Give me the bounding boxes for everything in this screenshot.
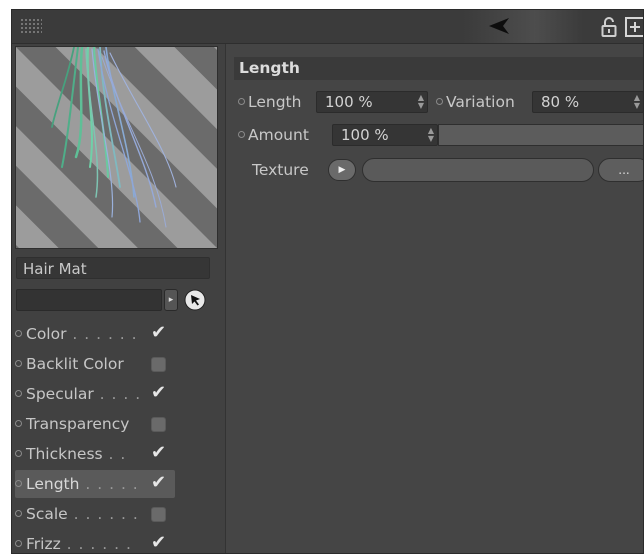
texture-field[interactable]: [362, 158, 594, 182]
texture-label: Texture: [252, 161, 309, 179]
animate-dot-icon[interactable]: [15, 330, 22, 337]
animate-dot-icon[interactable]: [238, 131, 245, 138]
animate-dot-icon[interactable]: [15, 510, 22, 517]
animate-dot-icon[interactable]: [436, 98, 443, 105]
animate-dot-icon[interactable]: [15, 360, 22, 367]
length-spinner-icon[interactable]: ▲ ▼: [418, 94, 424, 110]
toolbar-highlight: [463, 10, 583, 43]
channel-sidebar: Hair Mat ▸ Color . . . . . . Backlit Col…: [12, 44, 226, 553]
animate-dot-icon[interactable]: [15, 450, 22, 457]
top-toolbar: [12, 10, 643, 44]
amount-label: Amount: [238, 124, 309, 146]
back-arrow-icon[interactable]: [487, 17, 511, 35]
amount-spinner-icon[interactable]: ▲ ▼: [428, 127, 434, 143]
pick-cursor-icon[interactable]: [184, 289, 206, 311]
material-name-field[interactable]: Hair Mat: [16, 257, 210, 279]
variation-spinner-icon[interactable]: ▲ ▼: [634, 94, 640, 110]
texture-menu-button[interactable]: ▶: [328, 159, 356, 181]
thickness-enable-checkbox[interactable]: ✔: [151, 444, 166, 462]
scale-enable-checkbox[interactable]: [151, 507, 166, 522]
animate-dot-icon[interactable]: [15, 480, 22, 487]
specular-enable-checkbox[interactable]: ✔: [151, 384, 166, 402]
length-label: Length: [238, 91, 301, 113]
section-title: Length: [234, 57, 643, 80]
backlit-color-enable-checkbox[interactable]: [151, 357, 166, 372]
amount-slider[interactable]: [438, 124, 643, 146]
new-panel-icon[interactable]: [624, 16, 644, 38]
layer-dropdown-arrow-icon[interactable]: ▸: [164, 289, 178, 311]
material-editor-window: Hair Mat ▸ Color . . . . . . Backlit Col…: [11, 9, 644, 554]
animate-dot-icon[interactable]: [15, 420, 22, 427]
hair-preview-image: [16, 47, 217, 248]
variation-input[interactable]: 80 % ▲ ▼: [532, 91, 643, 113]
animate-dot-icon[interactable]: [15, 390, 22, 397]
attributes-panel: Length Length 100 % ▲ ▼ Variation 80 % ▲ ▼…: [228, 44, 643, 553]
transparency-enable-checkbox[interactable]: [151, 417, 166, 432]
length-input[interactable]: 100 % ▲ ▼: [316, 91, 428, 113]
color-enable-checkbox[interactable]: ✔: [151, 324, 166, 342]
material-preview[interactable]: [15, 46, 218, 249]
drag-grip-icon[interactable]: [20, 18, 42, 34]
frizz-enable-checkbox[interactable]: ✔: [151, 534, 166, 552]
amount-input[interactable]: 100 % ▲ ▼: [332, 124, 438, 146]
length-enable-checkbox[interactable]: ✔: [151, 474, 166, 492]
variation-label: Variation: [436, 91, 515, 113]
layer-field[interactable]: [16, 289, 162, 311]
lock-icon[interactable]: [600, 16, 618, 38]
texture-browse-button[interactable]: ...: [598, 158, 643, 182]
animate-dot-icon[interactable]: [15, 540, 22, 547]
animate-dot-icon[interactable]: [238, 98, 245, 105]
